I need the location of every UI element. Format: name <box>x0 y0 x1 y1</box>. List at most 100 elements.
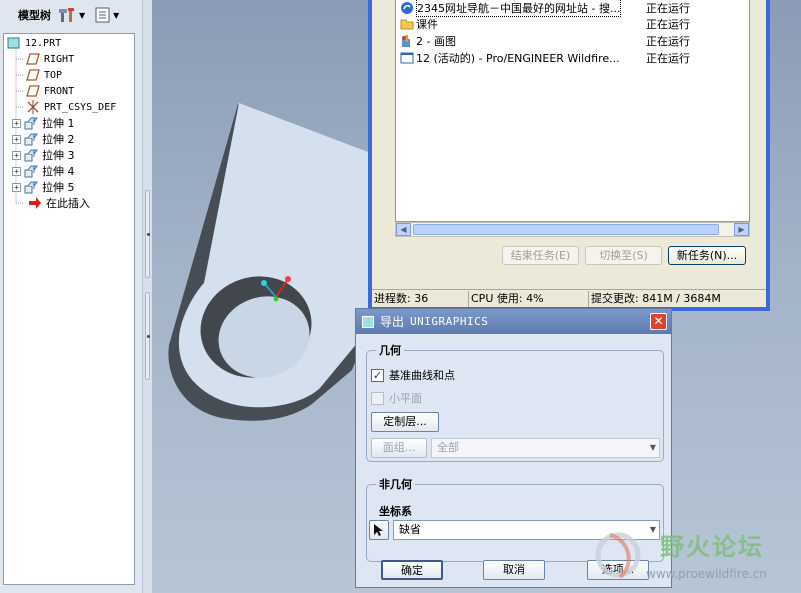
task-list[interactable]: 2345网址导航－中国最好的网址站 - 搜... 正在运行 课件 正在运行 2 … <box>395 0 750 222</box>
geometry-group-label: 几何 <box>376 342 404 358</box>
extrude-icon <box>24 149 38 162</box>
tree-item-insert-here[interactable]: 在此插入 <box>28 195 90 211</box>
splitter-grip[interactable] <box>145 190 150 278</box>
custom-layer-button[interactable]: 定制层... <box>371 412 439 432</box>
close-icon[interactable]: ✕ <box>650 313 667 330</box>
splitter-grip[interactable] <box>145 292 150 380</box>
task-status: 正在运行 <box>646 2 690 15</box>
tree-item-label: 拉伸 5 <box>42 181 75 194</box>
model-tree-panel: 模型树 ▼ ▼ 12.PRT RIGHT TOP FRONT PRT_CSYS_… <box>0 0 143 593</box>
select-csys-button[interactable] <box>369 520 389 540</box>
expand-icon[interactable]: + <box>12 166 21 176</box>
watermark-title: 野火论坛 <box>660 532 764 561</box>
end-task-button[interactable]: 结束任务(E) <box>502 246 579 265</box>
extrude-icon <box>24 165 38 178</box>
task-row[interactable]: 2345网址导航－中国最好的网址站 - 搜... 正在运行 <box>400 0 745 17</box>
list-icon <box>95 7 110 23</box>
task-row[interactable]: 课件 正在运行 <box>400 16 745 32</box>
csys-value: 缺省 <box>399 523 421 536</box>
task-row[interactable]: 2 - 画图 正在运行 <box>400 33 745 49</box>
chevron-down-icon: ▼ <box>113 10 120 20</box>
insert-arrow-icon <box>29 197 41 209</box>
datum-curves-checkbox[interactable]: ✓ 基准曲线和点 <box>371 367 455 383</box>
scroll-right-icon[interactable]: ▶ <box>734 223 749 236</box>
non-geometry-group-label: 非几何 <box>376 476 415 492</box>
part-icon <box>7 37 20 49</box>
browser-icon <box>401 2 413 14</box>
site-watermark: 野火论坛 www.proewildfire.cn <box>590 525 801 593</box>
task-name: 2345网址导航－中国最好的网址站 - 搜... <box>416 0 622 17</box>
scroll-left-icon[interactable]: ◀ <box>396 223 411 236</box>
scroll-thumb[interactable] <box>413 224 719 235</box>
task-status: 正在运行 <box>646 35 690 48</box>
task-status-bar: 进程数: 36 CPU 使用: 4% 提交更改: 841M / 3684M <box>372 289 766 307</box>
chevron-down-icon: ▼ <box>79 10 86 20</box>
folder-icon <box>400 19 414 30</box>
dialog-title-bar[interactable]: 导出 UNIGRAPHICS ✕ <box>356 309 671 334</box>
expand-icon[interactable]: + <box>12 150 21 160</box>
expand-icon[interactable]: + <box>12 182 21 192</box>
tree-item-label: 拉伸 1 <box>42 117 75 130</box>
model-tree-title[interactable]: 模型树 <box>18 7 51 23</box>
model-tree: 12.PRT RIGHT TOP FRONT PRT_CSYS_DEF + 拉伸… <box>3 33 135 585</box>
tree-settings-button[interactable]: ▼ <box>57 4 87 26</box>
tree-item-label: 拉伸 4 <box>42 165 75 178</box>
ok-button[interactable]: 确定 <box>381 560 443 580</box>
task-name: 12 (活动的) - Pro/ENGINEER Wildfire... <box>416 52 620 65</box>
model-tree-toolbar: 模型树 ▼ ▼ <box>0 0 142 30</box>
paint-icon <box>402 35 410 47</box>
watermark-url: www.proewildfire.cn <box>646 567 767 581</box>
dialog-app-icon <box>362 315 374 328</box>
extrude-icon <box>24 133 38 146</box>
task-row[interactable]: 12 (活动的) - Pro/ENGINEER Wildfire... 正在运行 <box>400 50 745 66</box>
tree-item-label: TOP <box>44 69 63 81</box>
tools-icon <box>59 8 74 22</box>
checkmark-icon: ✓ <box>371 368 384 382</box>
face-group-value: 全部 <box>437 441 459 454</box>
task-status: 正在运行 <box>646 18 690 31</box>
tree-item-label: 12.PRT <box>25 37 62 49</box>
cancel-button[interactable]: 取消 <box>483 560 545 580</box>
tree-item-label: 拉伸 2 <box>42 133 75 146</box>
task-manager-body: 2345网址导航－中国最好的网址站 - 搜... 正在运行 课件 正在运行 2 … <box>372 0 766 307</box>
extrude-icon <box>24 117 38 130</box>
tree-item-label: 拉伸 3 <box>42 149 75 162</box>
commit-charge: 提交更改: 841M / 3684M <box>591 291 721 305</box>
tree-item-front[interactable]: FRONT <box>26 83 74 99</box>
tree-item-extrude-5[interactable]: + 拉伸 5 <box>12 179 75 195</box>
panel-splitter[interactable] <box>143 0 152 593</box>
tree-show-button[interactable]: ▼ <box>93 4 121 26</box>
process-count: 进程数: 36 <box>372 290 469 307</box>
expand-icon[interactable]: + <box>12 118 21 128</box>
tree-item-label: PRT_CSYS_DEF <box>44 101 117 113</box>
tree-item-right[interactable]: RIGHT <box>26 51 74 67</box>
tree-item-label: RIGHT <box>44 53 75 65</box>
cursor-arrow-icon <box>374 524 383 536</box>
expand-icon[interactable]: + <box>12 134 21 144</box>
tree-item-extrude-4[interactable]: + 拉伸 4 <box>12 163 75 179</box>
tree-item-top[interactable]: TOP <box>26 67 62 83</box>
datum-plane-icon <box>26 69 40 81</box>
switch-to-button[interactable]: 切换至(S) <box>585 246 662 265</box>
tree-item-extrude-1[interactable]: + 拉伸 1 <box>12 115 75 131</box>
task-manager-window: 2345网址导航－中国最好的网址站 - 搜... 正在运行 课件 正在运行 2 … <box>368 0 770 311</box>
window-icon <box>400 52 414 64</box>
small-plane-checkbox[interactable]: 小平面 <box>371 390 422 406</box>
small-plane-label: 小平面 <box>389 392 422 405</box>
face-group-select[interactable]: 全部 ▼ <box>431 438 660 458</box>
tree-item-extrude-3[interactable]: + 拉伸 3 <box>12 147 75 163</box>
new-task-button[interactable]: 新任务(N)... <box>668 246 746 265</box>
horizontal-scrollbar[interactable]: ◀ ▶ <box>395 222 750 237</box>
task-name: 2 - 画图 <box>416 35 456 48</box>
extrude-icon <box>24 181 38 194</box>
datum-plane-icon <box>26 85 40 97</box>
face-group-button[interactable]: 面组... <box>371 438 427 458</box>
tree-item-extrude-2[interactable]: + 拉伸 2 <box>12 131 75 147</box>
chevron-down-icon: ▼ <box>649 443 656 452</box>
datum-curves-label: 基准曲线和点 <box>389 369 455 382</box>
tree-item-label: 在此插入 <box>46 197 90 210</box>
tree-item-csys[interactable]: PRT_CSYS_DEF <box>26 99 116 115</box>
datum-plane-icon <box>26 53 40 65</box>
task-status: 正在运行 <box>646 52 690 65</box>
tree-item-part[interactable]: 12.PRT <box>7 35 61 51</box>
